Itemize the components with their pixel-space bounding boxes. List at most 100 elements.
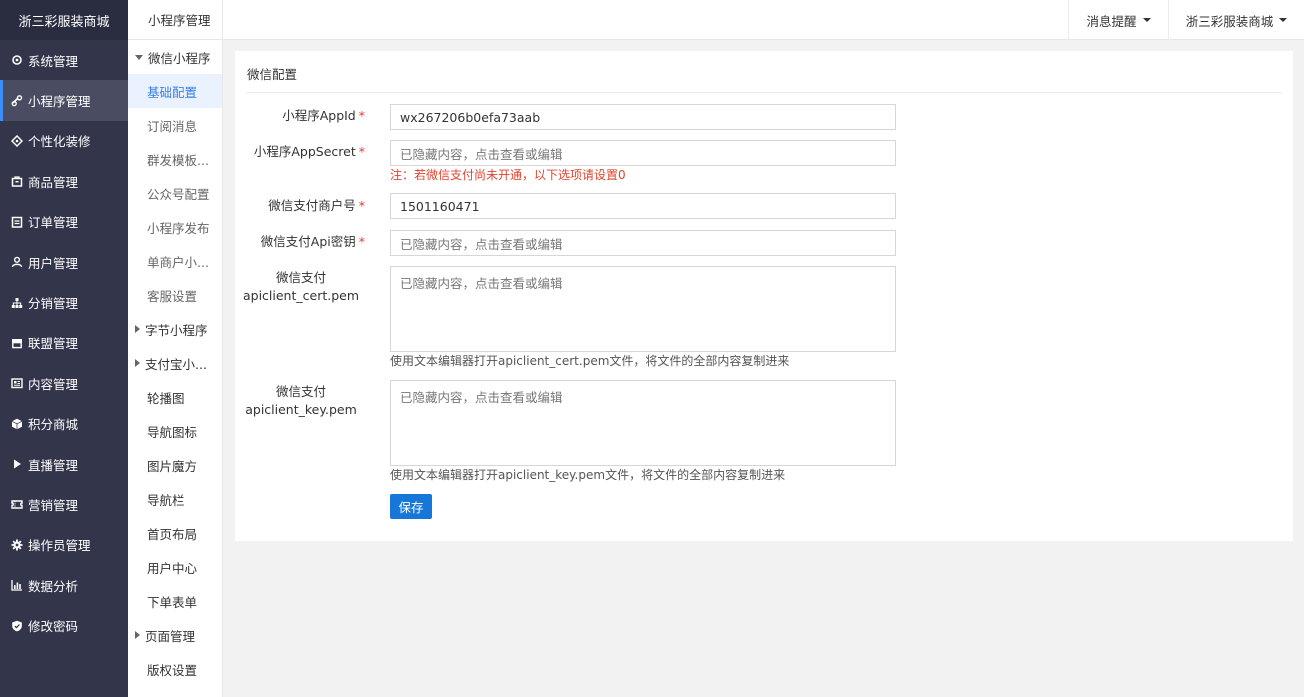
palette-icon [11, 134, 23, 147]
subnav-group-label: 页面管理 [145, 628, 196, 644]
subnav-group-bytedance[interactable]: 字节小程序 [128, 312, 222, 346]
nav-item-label: 商品管理 [28, 174, 79, 190]
nav-item-label: 内容管理 [28, 376, 79, 392]
account-dropdown[interactable]: 浙三彩服装商城 [1168, 0, 1304, 40]
clipboard-icon [11, 216, 23, 228]
shield-icon [11, 620, 23, 632]
account-label: 浙三彩服装商城 [1185, 13, 1274, 29]
gear-icon [11, 539, 23, 551]
label-text: 微信支付Api密钥 [260, 234, 356, 249]
label-text: 小程序AppId [282, 108, 356, 123]
nav-item-users[interactable]: 用户管理 [0, 242, 128, 282]
appid-input[interactable]: wx267206b0efa73aab [390, 104, 896, 130]
nav-item-label: 分销管理 [28, 296, 79, 312]
nav-item-label: 系统管理 [28, 53, 79, 69]
cube-icon [11, 418, 23, 430]
notifications-label: 消息提醒 [1086, 13, 1137, 29]
panel-title: 微信配置 [247, 67, 298, 82]
subnav-group-pages[interactable]: 页面管理 [128, 618, 222, 652]
key-label: 微信支付 apiclient_key.pem [235, 383, 367, 419]
nav-item-miniprogram[interactable]: 小程序管理 [0, 80, 128, 121]
required-mark: * [358, 108, 365, 123]
subnav-item-copyright[interactable]: 版权设置 [128, 652, 222, 686]
appid-label: 小程序AppId * [235, 107, 365, 125]
nav-item-products[interactable]: 商品管理 [0, 161, 128, 201]
user-icon [11, 256, 23, 268]
caret-down-icon [135, 54, 143, 60]
play-icon [11, 458, 23, 470]
mch-id-input[interactable]: 1501160471 [390, 193, 896, 219]
main-sidebar: 浙三彩服装商城 系统管理 小程序管理 个性化装修 商品管理 订单管理 用户管理 … [0, 0, 128, 697]
nav-item-analytics[interactable]: 数据分析 [0, 565, 128, 605]
key-textarea[interactable]: 已隐藏内容，点击查看或编辑 [390, 380, 896, 466]
divider [246, 92, 1282, 93]
nav-item-operators[interactable]: 操作员管理 [0, 525, 128, 565]
top-bar: 消息提醒 浙三彩服装商城 [223, 0, 1304, 40]
brand-logo[interactable]: 浙三彩服装商城 [0, 0, 128, 40]
nav-item-marketing[interactable]: 营销管理 [0, 484, 128, 524]
caret-right-icon [135, 325, 140, 333]
api-key-input[interactable]: 已隐藏内容，点击查看或编辑 [390, 230, 896, 256]
nav-item-change-password[interactable]: 修改密码 [0, 605, 128, 645]
label-text: 小程序AppSecret [253, 144, 356, 159]
label-line: apiclient_cert.pem [242, 288, 360, 303]
store-icon [11, 337, 23, 349]
wechat-pay-notice: 注：若微信支付尚未开通，以下选项请设置0 [390, 168, 626, 182]
nav-item-label: 积分商城 [28, 417, 79, 433]
save-button[interactable]: 保存 [390, 494, 432, 519]
subnav-item-basic-config[interactable]: 基础配置 [128, 74, 222, 108]
subnav-group-label: 支付宝小... [145, 356, 207, 372]
caret-right-icon [135, 359, 140, 367]
subnav-item-carousel[interactable]: 轮播图 [128, 380, 222, 414]
nav-item-orders[interactable]: 订单管理 [0, 202, 128, 242]
label-line: 微信支付 [275, 270, 326, 285]
subnav-group-label: 微信小程序 [148, 50, 211, 66]
sub-sidebar: 小程序管理 微信小程序 基础配置 订阅消息 群发模板... 公众号配置 小程序发… [128, 0, 223, 697]
cert-textarea[interactable]: 已隐藏内容，点击查看或编辑 [390, 266, 896, 352]
subnav-group-wechat[interactable]: 微信小程序 [128, 40, 222, 74]
nav-item-label: 小程序管理 [28, 94, 91, 110]
subnav-group-label: 字节小程序 [145, 322, 208, 338]
caret-down-icon [1279, 18, 1288, 22]
subnav-item-official-account[interactable]: 公众号配置 [128, 176, 222, 210]
nav-item-points-mall[interactable]: 积分商城 [0, 404, 128, 444]
subnav-item-home-layout[interactable]: 首页布局 [128, 516, 222, 550]
subnav-item-mass-template[interactable]: 群发模板... [128, 142, 222, 176]
nav-item-label: 联盟管理 [28, 336, 79, 352]
nav-item-decoration[interactable]: 个性化装修 [0, 121, 128, 161]
nav-item-label: 用户管理 [28, 255, 79, 271]
subnav-item-order-form[interactable]: 下单表单 [128, 584, 222, 618]
nav-item-label: 操作员管理 [28, 538, 91, 554]
subnav-item-image-cube[interactable]: 图片魔方 [128, 448, 222, 482]
cert-label: 微信支付 apiclient_cert.pem [235, 269, 367, 305]
subnav-item-subscribe-msg[interactable]: 订阅消息 [128, 108, 222, 142]
nav-item-label: 订单管理 [28, 215, 79, 231]
nav-item-distribution[interactable]: 分销管理 [0, 282, 128, 322]
sub-sidebar-title: 小程序管理 [128, 0, 222, 40]
nav-item-label: 个性化装修 [28, 134, 91, 150]
subnav-item-single-merchant[interactable]: 单商户小... [128, 244, 222, 278]
nav-item-live[interactable]: 直播管理 [0, 444, 128, 484]
subnav-item-navbar[interactable]: 导航栏 [128, 482, 222, 516]
subnav-item-customer-service[interactable]: 客服设置 [128, 278, 222, 312]
mch-id-label: 微信支付商户号 * [235, 197, 365, 215]
subnav-item-user-center[interactable]: 用户中心 [128, 550, 222, 584]
required-mark: * [358, 234, 365, 249]
appsecret-label: 小程序AppSecret * [235, 143, 365, 161]
nav-item-content[interactable]: 内容管理 [0, 363, 128, 403]
nav-item-alliance[interactable]: 联盟管理 [0, 323, 128, 363]
label-line: apiclient_key.pem [245, 402, 357, 417]
api-key-label: 微信支付Api密钥 * [235, 233, 365, 251]
bag-icon [11, 175, 23, 188]
subnav-item-publish[interactable]: 小程序发布 [128, 210, 222, 244]
link-icon [11, 94, 23, 107]
subnav-group-alipay[interactable]: 支付宝小... [128, 346, 222, 380]
subnav-item-nav-icons[interactable]: 导航图标 [128, 414, 222, 448]
nav-item-system[interactable]: 系统管理 [0, 40, 128, 80]
article-icon [11, 377, 23, 389]
cert-hint: 使用文本编辑器打开apiclient_cert.pem文件，将文件的全部内容复制… [390, 354, 790, 368]
key-hint: 使用文本编辑器打开apiclient_key.pem文件，将文件的全部内容复制进… [390, 468, 786, 482]
notifications-dropdown[interactable]: 消息提醒 [1068, 0, 1168, 40]
appsecret-input[interactable]: 已隐藏内容，点击查看或编辑 [390, 140, 896, 166]
nav-item-label: 营销管理 [28, 497, 79, 513]
